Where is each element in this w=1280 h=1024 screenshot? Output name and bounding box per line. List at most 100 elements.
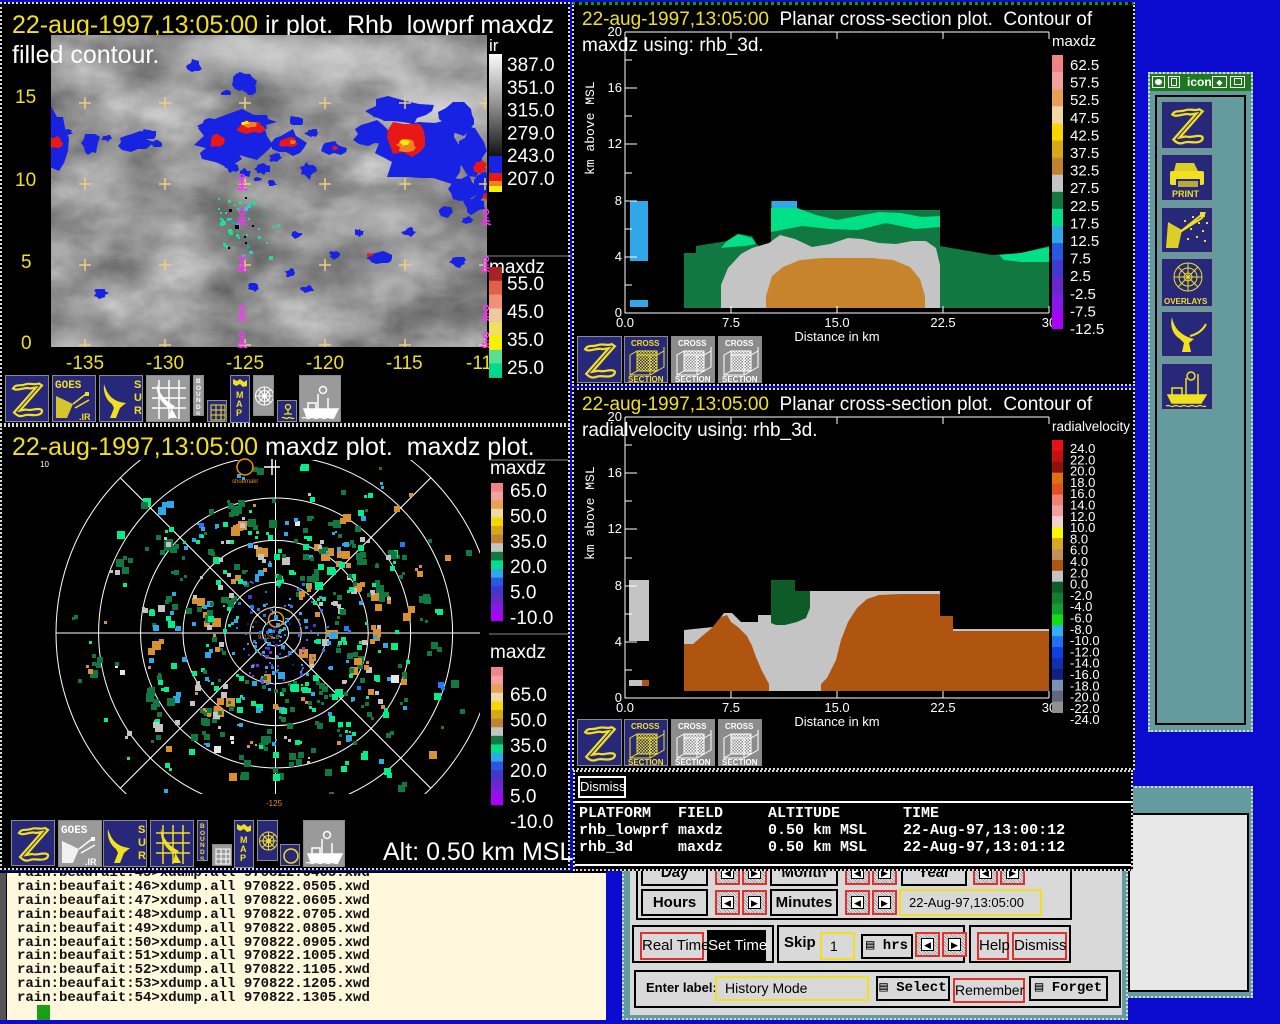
svg-text:S: S	[196, 411, 201, 416]
svg-text:22.5: 22.5	[930, 700, 955, 715]
svg-text:47.5: 47.5	[1070, 110, 1099, 127]
svg-text:R: R	[138, 850, 146, 862]
svg-text:12: 12	[608, 521, 622, 536]
svg-text:22.5: 22.5	[1070, 198, 1099, 215]
svg-text:387.0: 387.0	[507, 55, 555, 76]
svg-text:65.0: 65.0	[510, 481, 547, 502]
svg-text:7.5: 7.5	[722, 700, 740, 715]
svg-text:Distance in km: Distance in km	[794, 329, 879, 344]
svg-text:-12.5: -12.5	[1070, 321, 1104, 338]
svg-text:-24.0: -24.0	[1070, 712, 1100, 727]
svg-text:maxdz: maxdz	[490, 642, 546, 663]
svg-text:8: 8	[615, 578, 622, 593]
svg-text:U: U	[138, 837, 146, 849]
svg-text:B: B	[200, 823, 205, 830]
svg-text:243.0: 243.0	[507, 146, 555, 167]
svg-text:20.0: 20.0	[510, 761, 547, 782]
svg-text:4: 4	[615, 249, 622, 264]
svg-text:D: D	[200, 849, 205, 856]
svg-text:207.0: 207.0	[507, 169, 555, 190]
svg-text:SECTION: SECTION	[628, 758, 664, 766]
svg-text:SECTION: SECTION	[675, 758, 711, 766]
svg-text:P: P	[240, 853, 246, 863]
svg-text:45.0: 45.0	[507, 302, 544, 323]
svg-text:SECTION: SECTION	[722, 375, 758, 383]
svg-text:Distance in km: Distance in km	[794, 714, 879, 729]
svg-text:B: B	[196, 378, 201, 385]
svg-text:SECTION: SECTION	[675, 375, 711, 383]
svg-text:-125: -125	[266, 799, 283, 808]
svg-text:50.0: 50.0	[510, 710, 547, 731]
svg-text:GOES: GOES	[61, 825, 88, 837]
svg-text:CROSS: CROSS	[725, 339, 754, 348]
svg-text:GOES: GOES	[55, 380, 82, 392]
svg-text:5.0: 5.0	[510, 787, 536, 808]
svg-text:16: 16	[608, 465, 622, 480]
svg-text:65.0: 65.0	[510, 685, 547, 706]
svg-text:S: S	[134, 379, 141, 391]
svg-text:35.0: 35.0	[507, 330, 544, 351]
svg-text:-2.5: -2.5	[1070, 286, 1096, 303]
svg-text:shoemakr: shoemakr	[232, 479, 258, 485]
svg-text:351.0: 351.0	[507, 78, 555, 99]
svg-text:CROSS: CROSS	[678, 722, 707, 731]
svg-text:km above MSL: km above MSL	[583, 466, 598, 560]
svg-text:maxdz: maxdz	[490, 458, 546, 479]
svg-text:CROSS: CROSS	[631, 339, 660, 348]
svg-text:km above MSL: km above MSL	[583, 81, 598, 175]
svg-text:maxdz: maxdz	[1052, 33, 1096, 50]
svg-text:50.0: 50.0	[510, 506, 547, 527]
svg-text:SECTION: SECTION	[722, 758, 758, 766]
svg-text:ir: ir	[489, 36, 499, 55]
svg-text:15.0: 15.0	[824, 700, 849, 715]
svg-text:8: 8	[615, 193, 622, 208]
svg-text:62.5: 62.5	[1070, 57, 1099, 74]
svg-text:0.0: 0.0	[616, 700, 634, 715]
svg-text:37.5: 37.5	[1070, 145, 1099, 162]
svg-text:25.0: 25.0	[507, 358, 544, 379]
svg-text:.IR: .IR	[85, 857, 97, 867]
svg-text:D: D	[196, 404, 201, 411]
svg-text:-10.0: -10.0	[510, 812, 553, 833]
svg-text:55.0: 55.0	[507, 274, 544, 295]
svg-text:5.0: 5.0	[510, 583, 536, 604]
svg-text:12.5: 12.5	[1070, 233, 1099, 250]
svg-text:7.5: 7.5	[722, 315, 740, 330]
svg-text:SECTION: SECTION	[628, 375, 664, 383]
svg-text:32.5: 32.5	[1070, 163, 1099, 180]
svg-text:12: 12	[608, 136, 622, 151]
svg-text:2.5: 2.5	[1070, 268, 1091, 285]
svg-text:N: N	[196, 397, 201, 404]
svg-text:10: 10	[40, 460, 49, 469]
svg-text:PRINT: PRINT	[1172, 189, 1200, 199]
svg-text:52.5: 52.5	[1070, 92, 1099, 109]
svg-text:OVERLAYS: OVERLAYS	[1164, 297, 1208, 306]
svg-text:15.0: 15.0	[824, 315, 849, 330]
svg-text:42.5: 42.5	[1070, 127, 1099, 144]
svg-text:-7.5: -7.5	[1070, 303, 1096, 320]
svg-text:-10.0: -10.0	[510, 608, 553, 629]
svg-text:35.0: 35.0	[510, 532, 547, 553]
svg-text:22.5: 22.5	[930, 315, 955, 330]
svg-text:35.0: 35.0	[510, 736, 547, 757]
svg-text:20: 20	[608, 409, 622, 424]
svg-text:U: U	[134, 392, 142, 404]
svg-text:CROSS: CROSS	[631, 722, 660, 731]
svg-text:0.0: 0.0	[616, 315, 634, 330]
svg-text:27.5: 27.5	[1070, 180, 1099, 197]
svg-text:7.5: 7.5	[1070, 251, 1091, 268]
svg-text:315.0: 315.0	[507, 101, 555, 122]
svg-text:CROSS: CROSS	[678, 339, 707, 348]
svg-text:N: N	[200, 842, 205, 849]
svg-text:20.0: 20.0	[510, 557, 547, 578]
svg-text:279.0: 279.0	[507, 123, 555, 144]
svg-text:CROSS: CROSS	[725, 722, 754, 731]
svg-text:9-125-8: 9-125-8	[258, 635, 279, 641]
svg-text:17.5: 17.5	[1070, 215, 1099, 232]
svg-text:16: 16	[608, 80, 622, 95]
svg-text:P: P	[236, 408, 242, 418]
svg-text:4: 4	[615, 634, 622, 649]
svg-text:R: R	[134, 405, 142, 417]
svg-text:S: S	[200, 856, 205, 861]
svg-text:20: 20	[608, 24, 622, 39]
